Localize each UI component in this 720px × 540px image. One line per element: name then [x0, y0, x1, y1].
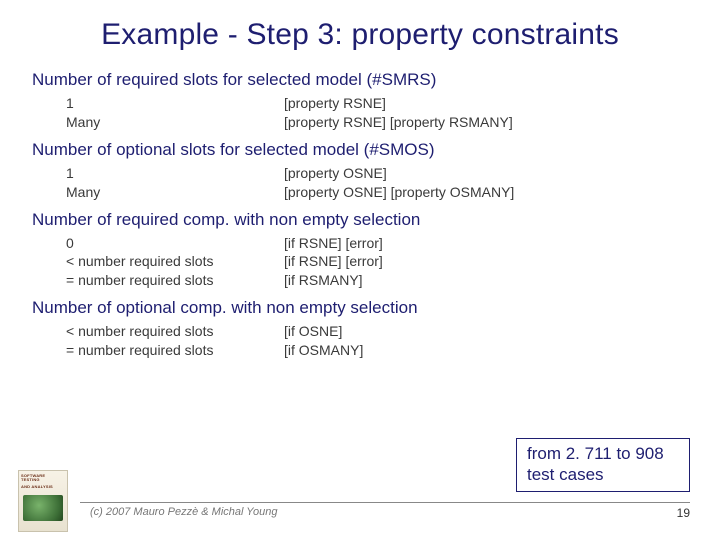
- section-heading: Number of optional comp. with non empty …: [32, 298, 688, 318]
- row-right: [property RSNE] [property RSMANY]: [284, 113, 688, 132]
- callout-line: test cases: [527, 464, 679, 485]
- data-row: 1 [property RSNE]: [66, 94, 688, 113]
- data-row: = number required slots [if OSMANY]: [66, 341, 688, 360]
- row-left: < number required slots: [66, 252, 284, 271]
- callout-line: from 2. 711 to 908: [527, 443, 679, 464]
- data-row: Many [property OSNE] [property OSMANY]: [66, 183, 688, 202]
- footer-copyright: (c) 2007 Mauro Pezzè & Michal Young: [90, 506, 278, 518]
- book-title-line: SOFTWARE TESTING: [19, 471, 67, 482]
- section-heading: Number of required comp. with non empty …: [32, 210, 688, 230]
- data-row: Many [property RSNE] [property RSMANY]: [66, 113, 688, 132]
- section-block: 1 [property OSNE] Many [property OSNE] […: [66, 164, 688, 202]
- row-left: 1: [66, 94, 284, 113]
- footer-divider: [80, 502, 690, 503]
- data-row: 0 [if RSNE] [error]: [66, 234, 688, 253]
- data-row: < number required slots [if RSNE] [error…: [66, 252, 688, 271]
- section-block: 0 [if RSNE] [error] < number required sl…: [66, 234, 688, 291]
- row-right: [if RSNE] [error]: [284, 252, 688, 271]
- section-block: 1 [property RSNE] Many [property RSNE] […: [66, 94, 688, 132]
- section-block: < number required slots [if OSNE] = numb…: [66, 322, 688, 360]
- row-left: Many: [66, 113, 284, 132]
- slide: Example - Step 3: property constraints N…: [0, 0, 720, 540]
- slide-footer: (c) 2007 Mauro Pezzè & Michal Young 19: [0, 502, 720, 530]
- data-row: < number required slots [if OSNE]: [66, 322, 688, 341]
- row-left: 1: [66, 164, 284, 183]
- data-row: 1 [property OSNE]: [66, 164, 688, 183]
- row-right: [property OSNE]: [284, 164, 688, 183]
- row-right: [if RSNE] [error]: [284, 234, 688, 253]
- section-heading: Number of optional slots for selected mo…: [32, 140, 688, 160]
- callout-box: from 2. 711 to 908 test cases: [516, 438, 690, 493]
- row-left: Many: [66, 183, 284, 202]
- row-right: [if OSNE]: [284, 322, 688, 341]
- row-left: = number required slots: [66, 341, 284, 360]
- row-right: [property RSNE]: [284, 94, 688, 113]
- row-left: 0: [66, 234, 284, 253]
- row-right: [if RSMANY]: [284, 271, 688, 290]
- row-left: = number required slots: [66, 271, 284, 290]
- row-right: [if OSMANY]: [284, 341, 688, 360]
- data-row: = number required slots [if RSMANY]: [66, 271, 688, 290]
- row-right: [property OSNE] [property OSMANY]: [284, 183, 688, 202]
- slide-title: Example - Step 3: property constraints: [32, 18, 688, 52]
- row-left: < number required slots: [66, 322, 284, 341]
- page-number: 19: [677, 506, 690, 520]
- book-title-line: AND ANALYSIS: [19, 482, 67, 489]
- section-heading: Number of required slots for selected mo…: [32, 70, 688, 90]
